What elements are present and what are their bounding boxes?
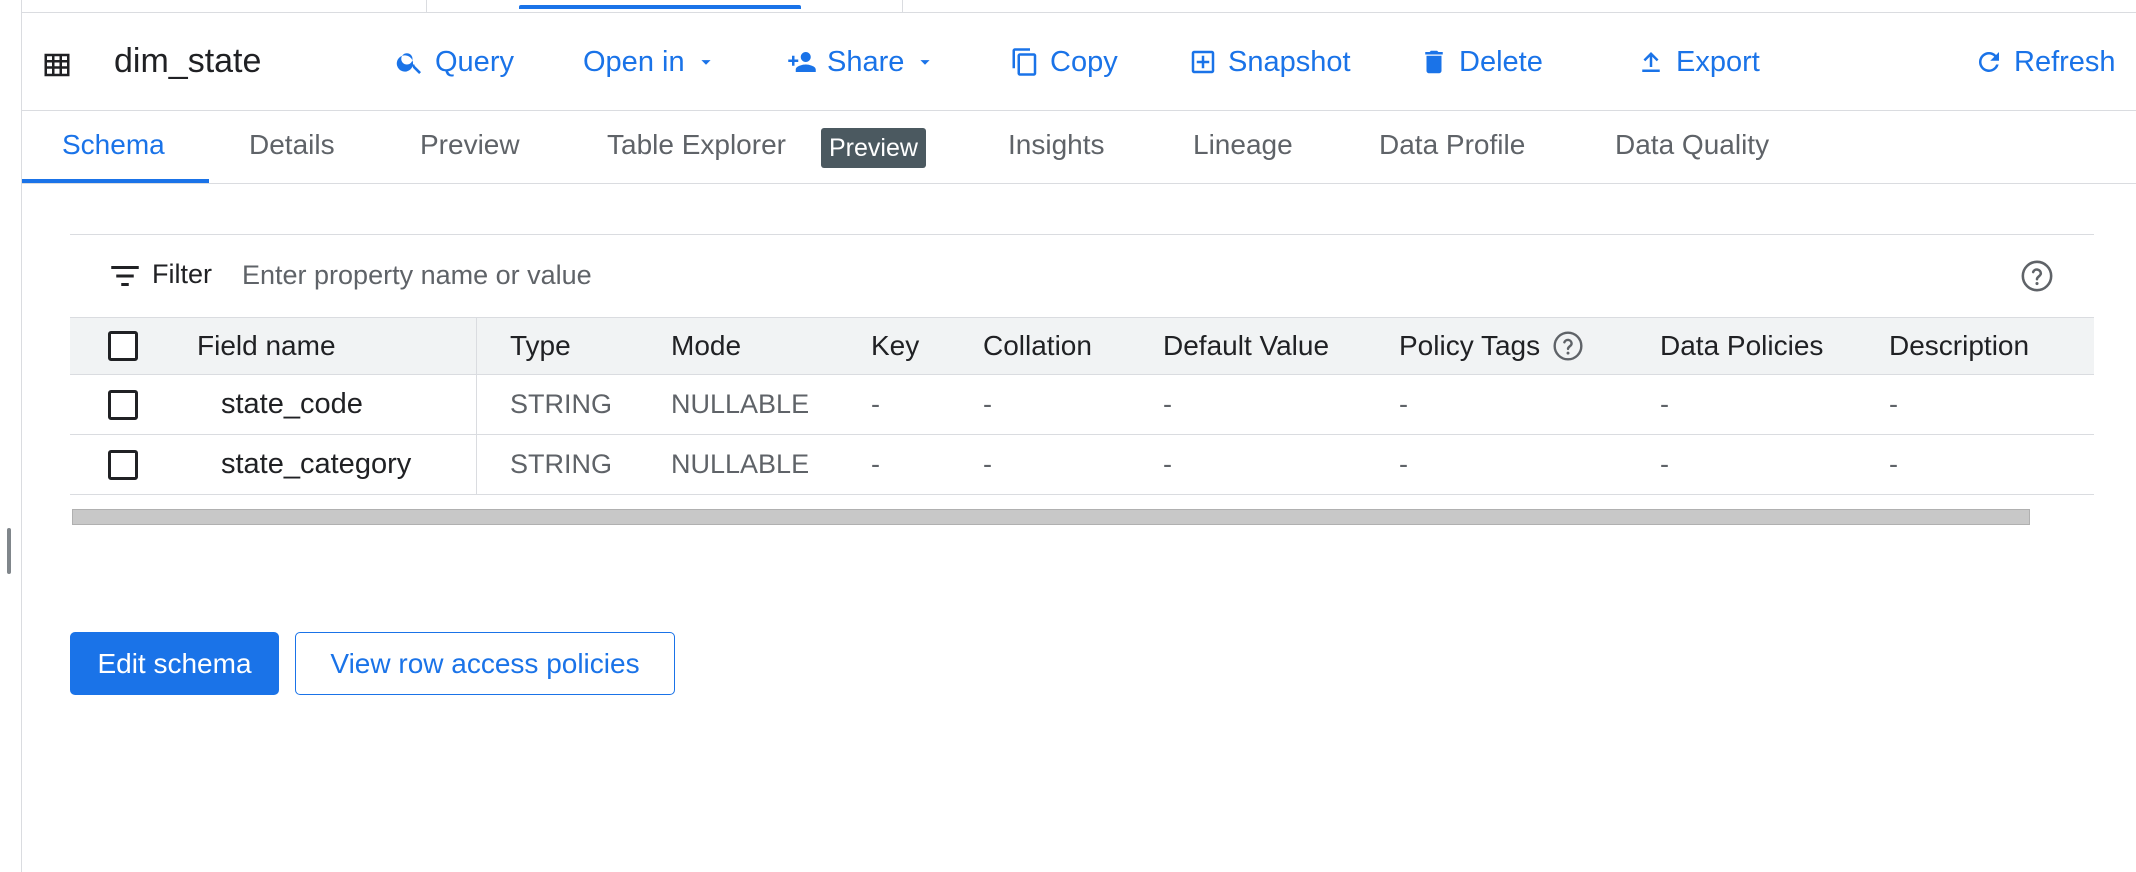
row-select-cell bbox=[108, 435, 138, 494]
snapshot-label: Snapshot bbox=[1228, 45, 1351, 78]
preview-badge: Preview bbox=[821, 128, 926, 168]
mode-cell: NULLABLE bbox=[671, 389, 810, 419]
snapshot-button[interactable]: Snapshot bbox=[1188, 42, 1351, 82]
tab-lineage[interactable]: Lineage bbox=[1193, 129, 1293, 161]
tab-details[interactable]: Details bbox=[249, 129, 335, 161]
field-name-cell: state_code bbox=[221, 388, 363, 420]
refresh-icon bbox=[1978, 51, 1999, 72]
tab-insights[interactable]: Insights bbox=[1008, 129, 1105, 161]
key-cell: - bbox=[871, 389, 880, 419]
filter-icon bbox=[111, 266, 139, 286]
active-tab-indicator[interactable] bbox=[519, 5, 801, 9]
row-checkbox[interactable] bbox=[108, 449, 138, 480]
open-in-button[interactable]: Open in bbox=[583, 42, 717, 82]
col-mode[interactable]: Mode bbox=[671, 318, 741, 374]
export-button[interactable]: Export bbox=[1636, 42, 1760, 82]
table-row: state_category STRING NULLABLE - - - - -… bbox=[70, 435, 2094, 495]
col-data-policies[interactable]: Data Policies bbox=[1660, 318, 1823, 374]
open-in-label: Open in bbox=[583, 45, 685, 78]
tab-preview[interactable]: Preview bbox=[420, 129, 520, 161]
tab-data-quality[interactable]: Data Quality bbox=[1615, 129, 1769, 161]
mode-cell: NULLABLE bbox=[671, 449, 810, 479]
default-value-cell: - bbox=[1163, 389, 1172, 419]
panel-resize-handle[interactable] bbox=[7, 528, 11, 574]
col-policy-tags-label: Policy Tags bbox=[1399, 330, 1541, 361]
copy-button[interactable]: Copy bbox=[1010, 42, 1118, 82]
default-value-cell: - bbox=[1163, 449, 1172, 479]
select-all-cell bbox=[108, 318, 138, 374]
tab-schema[interactable]: Schema bbox=[62, 129, 165, 161]
view-row-access-policies-button[interactable]: View row access policies bbox=[295, 632, 675, 695]
policy-tags-cell: - bbox=[1399, 389, 1408, 419]
row-select-cell bbox=[108, 375, 138, 434]
col-description[interactable]: Description bbox=[1889, 318, 2029, 374]
table-toolbar: dim_state Query Open in Share Copy Snaps… bbox=[22, 14, 2136, 111]
row-checkbox[interactable] bbox=[108, 389, 138, 420]
delete-button[interactable]: Delete bbox=[1419, 42, 1543, 82]
description-cell: - bbox=[1889, 449, 1898, 479]
tab-table-explorer[interactable]: Table Explorer bbox=[607, 129, 786, 161]
data-policies-cell: - bbox=[1660, 449, 1669, 479]
edit-schema-button[interactable]: Edit schema bbox=[70, 632, 279, 695]
upload-icon bbox=[1642, 52, 1660, 72]
column-divider bbox=[476, 318, 477, 374]
col-field-name[interactable]: Field name bbox=[197, 318, 336, 374]
query-button[interactable]: Query bbox=[395, 42, 514, 82]
copy-icon bbox=[1012, 48, 1037, 76]
help-icon[interactable] bbox=[2020, 259, 2054, 293]
schema-panel: Filter Field name Type Mode Key Collatio… bbox=[70, 234, 2094, 525]
col-type[interactable]: Type bbox=[510, 318, 571, 374]
column-divider bbox=[476, 375, 477, 434]
select-all-checkbox[interactable] bbox=[108, 331, 138, 361]
schema-table: Field name Type Mode Key Collation Defau… bbox=[70, 317, 2094, 495]
copy-label: Copy bbox=[1050, 45, 1118, 78]
schema-header-row: Field name Type Mode Key Collation Defau… bbox=[70, 317, 2094, 375]
col-collation[interactable]: Collation bbox=[983, 318, 1092, 374]
description-cell: - bbox=[1889, 389, 1898, 419]
type-cell: STRING bbox=[510, 389, 613, 419]
col-key[interactable]: Key bbox=[871, 318, 919, 374]
top-tab-strip bbox=[22, 0, 2136, 13]
tab-separator bbox=[426, 0, 427, 12]
search-icon bbox=[396, 53, 421, 74]
refresh-label: Refresh bbox=[2014, 45, 2116, 78]
policy-tags-cell: - bbox=[1399, 449, 1408, 479]
filter-label: Filter bbox=[152, 259, 212, 289]
data-policies-cell: - bbox=[1660, 389, 1669, 419]
col-default-value[interactable]: Default Value bbox=[1163, 318, 1329, 374]
share-label: Share bbox=[827, 45, 905, 78]
delete-label: Delete bbox=[1459, 45, 1543, 78]
left-rail bbox=[0, 0, 22, 872]
detail-tabs: Schema Details Preview Table Explorer Pr… bbox=[22, 111, 2136, 184]
tab-separator bbox=[902, 0, 903, 12]
key-cell: - bbox=[871, 449, 880, 479]
export-label: Export bbox=[1676, 45, 1760, 78]
field-name-cell: state_category bbox=[221, 448, 412, 480]
filter-input[interactable] bbox=[242, 255, 1742, 295]
horizontal-scrollbar[interactable] bbox=[72, 509, 2030, 525]
snapshot-icon bbox=[1191, 50, 1215, 74]
share-button[interactable]: Share bbox=[787, 42, 936, 82]
refresh-button[interactable]: Refresh bbox=[1974, 42, 2116, 82]
col-policy-tags[interactable]: Policy Tags bbox=[1399, 318, 1584, 374]
help-icon[interactable] bbox=[1552, 330, 1584, 362]
filter-bar: Filter bbox=[70, 235, 2094, 317]
tab-data-profile[interactable]: Data Profile bbox=[1379, 129, 1525, 161]
collation-cell: - bbox=[983, 389, 992, 419]
type-cell: STRING bbox=[510, 449, 613, 479]
column-divider bbox=[476, 435, 477, 494]
chevron-down-icon bbox=[920, 60, 930, 65]
table-row: state_code STRING NULLABLE - - - - - - bbox=[70, 375, 2094, 435]
trash-icon bbox=[1425, 50, 1443, 74]
table-grid-icon bbox=[44, 53, 70, 77]
chevron-down-icon bbox=[700, 60, 711, 65]
table-name: dim_state bbox=[114, 42, 262, 80]
person-add-icon bbox=[788, 52, 816, 72]
active-tab-underline bbox=[22, 179, 209, 183]
query-label: Query bbox=[435, 45, 514, 78]
collation-cell: - bbox=[983, 449, 992, 479]
